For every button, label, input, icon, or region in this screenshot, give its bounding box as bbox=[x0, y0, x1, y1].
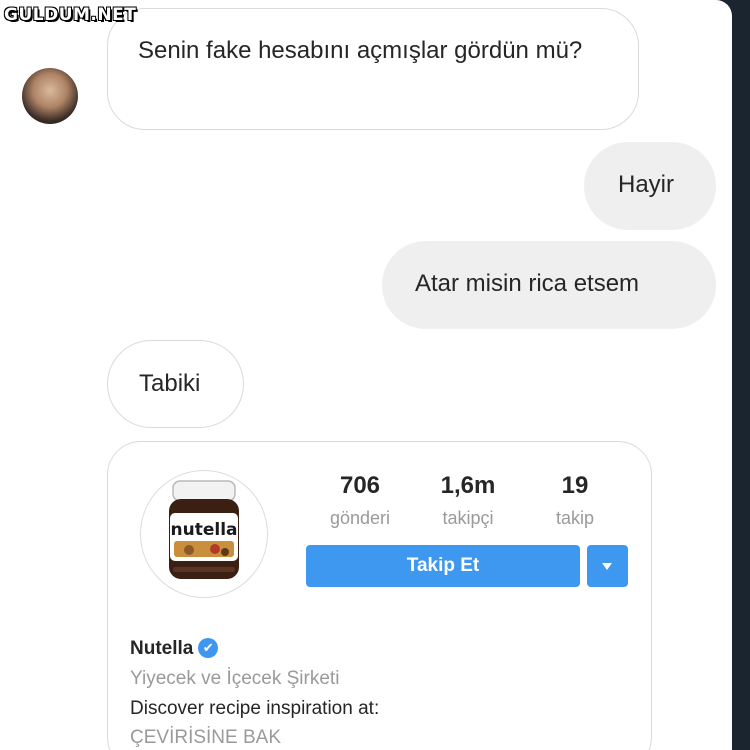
profile-bio: Discover recipe inspiration at: bbox=[130, 698, 380, 719]
stat-followers[interactable]: 1,6m takipçi bbox=[408, 472, 528, 529]
nutella-logo-text: nutella bbox=[171, 520, 238, 540]
stat-value: 19 bbox=[561, 472, 589, 499]
message-text: Hayir bbox=[618, 171, 675, 198]
chevron-down-icon bbox=[602, 563, 612, 570]
verified-badge-icon: ✔ bbox=[198, 638, 219, 658]
message-incoming: Tabiki bbox=[107, 340, 244, 428]
suggested-accounts-dropdown-button[interactable] bbox=[587, 545, 628, 587]
message-incoming: Senin fake hesabını açmışlar gördün mü? bbox=[107, 8, 639, 130]
stat-value: 1,6m bbox=[440, 472, 496, 499]
see-translation-link[interactable]: ÇEVİRİSİNE BAK bbox=[130, 727, 281, 749]
profile-name-row: Nutella ✔ bbox=[130, 638, 219, 660]
profile-picture[interactable]: nutella bbox=[140, 470, 268, 598]
follow-button[interactable]: Takip Et bbox=[306, 545, 580, 587]
stat-following[interactable]: 19 takip bbox=[515, 472, 635, 529]
message-text: Senin fake hesabını açmışlar gördün mü? bbox=[138, 37, 583, 64]
shared-profile-card[interactable]: nutella 706 gönderi 1,6m takipçi 19 taki… bbox=[107, 441, 652, 750]
watermark: GULDUM.NET bbox=[4, 5, 137, 25]
sender-avatar[interactable] bbox=[22, 68, 78, 124]
message-text: Atar misin rica etsem bbox=[415, 270, 640, 297]
stat-value: 706 bbox=[339, 472, 381, 499]
stat-label: takipçi bbox=[442, 508, 494, 528]
nutella-jar-icon: nutella bbox=[169, 480, 239, 579]
message-text: Tabiki bbox=[139, 370, 201, 397]
dm-conversation: Senin fake hesabını açmışlar gördün mü? … bbox=[0, 0, 732, 750]
profile-name: Nutella bbox=[130, 638, 194, 659]
stat-label: gönderi bbox=[329, 508, 391, 528]
stat-label: takip bbox=[555, 508, 595, 528]
message-outgoing: Atar misin rica etsem bbox=[382, 241, 716, 329]
stat-posts[interactable]: 706 gönderi bbox=[300, 472, 420, 529]
message-outgoing: Hayir bbox=[584, 142, 716, 230]
profile-category: Yiyecek ve İçecek Şirketi bbox=[130, 668, 340, 689]
